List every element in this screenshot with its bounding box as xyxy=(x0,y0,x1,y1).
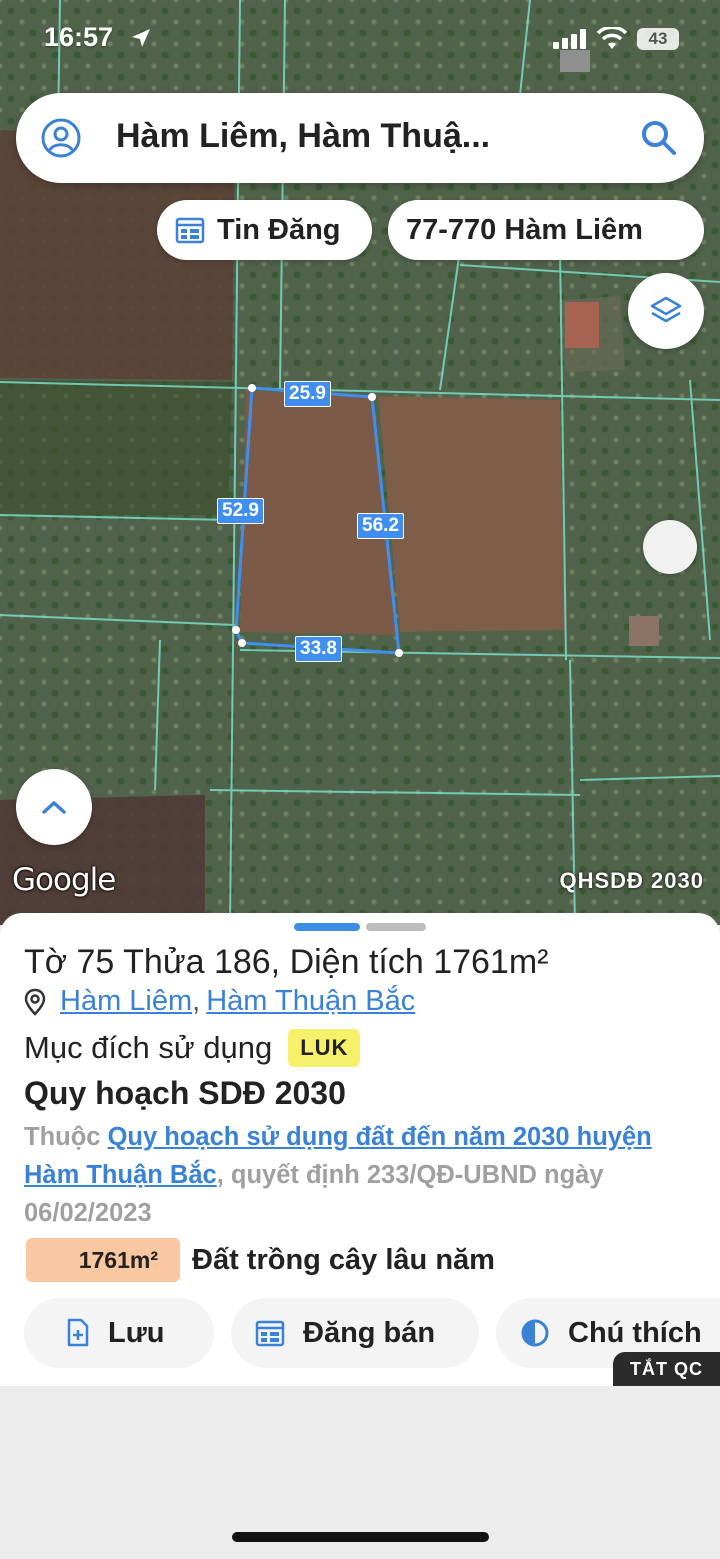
home-indicator[interactable] xyxy=(232,1532,489,1542)
edge-length-bottom: 33.8 xyxy=(295,636,342,662)
commune-link[interactable]: Hàm Liêm xyxy=(60,985,192,1018)
layers-icon xyxy=(650,296,682,323)
parcel-address: Hàm Liêm , Hàm Thuận Bắc xyxy=(24,985,415,1018)
parcel-chip[interactable]: 77-770 Hàm Liêm xyxy=(388,200,704,260)
district-link[interactable]: Hàm Thuận Bắc xyxy=(206,985,415,1018)
parcel-info-sheet[interactable]: Tờ 75 Thửa 186, Diện tích 1761m² Hàm Liê… xyxy=(0,913,720,1386)
edge-length-top: 25.9 xyxy=(284,381,331,407)
search-bar[interactable]: Hàm Liêm, Hàm Thuậ... xyxy=(16,93,704,183)
save-button-label: Lưu xyxy=(108,1316,165,1349)
google-attribution: Google xyxy=(12,862,116,898)
sheet-handle[interactable] xyxy=(366,923,426,931)
news-chip[interactable]: Tin Đăng xyxy=(157,200,372,260)
expand-up-button[interactable] xyxy=(16,769,92,845)
sheet-handle-active[interactable] xyxy=(294,923,360,931)
map-layer-label: QHSDĐ 2030 xyxy=(559,868,704,893)
area-value-badge: 1761m² xyxy=(26,1238,180,1282)
search-query[interactable]: Hàm Liêm, Hàm Thuậ... xyxy=(116,117,606,156)
area-breakdown-row: 1761m² Đất trồng cây lâu năm xyxy=(26,1238,495,1282)
add-file-icon xyxy=(67,1318,89,1347)
location-arrow-icon xyxy=(132,29,150,47)
status-bar: 16:57 43 xyxy=(0,0,720,80)
turn-off-ads-button[interactable]: TẮT QC xyxy=(613,1352,720,1386)
edge-length-left: 52.9 xyxy=(217,498,264,524)
post-sale-button-label: Đăng bán xyxy=(303,1316,436,1349)
post-sale-button[interactable]: Đăng bán xyxy=(231,1298,479,1368)
plan-description: Thuộc Quy hoạch sử dụng đất đến năm 2030… xyxy=(24,1118,694,1232)
plan-prefix: Thuộc xyxy=(24,1123,101,1151)
calendar-icon xyxy=(175,217,205,244)
parcel-title: Tờ 75 Thửa 186, Diện tích 1761m² xyxy=(24,943,549,981)
area-land-type: Đất trồng cây lâu năm xyxy=(192,1243,495,1276)
edge-length-right: 56.2 xyxy=(357,513,404,539)
land-purpose-code-badge: LUK xyxy=(288,1029,361,1067)
legend-button-label: Chú thích xyxy=(568,1316,702,1349)
user-profile-icon[interactable] xyxy=(40,117,82,159)
contrast-icon xyxy=(521,1319,549,1347)
status-time: 16:57 xyxy=(44,22,114,52)
parcel-chip-label: 77-770 Hàm Liêm xyxy=(406,213,643,246)
search-icon[interactable] xyxy=(640,119,678,157)
battery-indicator: 43 xyxy=(637,28,679,50)
address-separator: , xyxy=(192,985,201,1017)
land-purpose-label: Mục đích sử dụng xyxy=(24,1030,273,1065)
assistive-touch-button[interactable] xyxy=(643,520,697,574)
news-chip-label: Tin Đăng xyxy=(217,213,341,246)
land-purpose: Mục đích sử dụng LUK xyxy=(24,1029,361,1067)
plan-title: Quy hoạch SDĐ 2030 xyxy=(24,1075,346,1111)
layers-button[interactable] xyxy=(628,273,704,349)
save-button[interactable]: Lưu xyxy=(24,1298,214,1368)
location-pin-icon xyxy=(24,988,46,1016)
cellular-signal-icon xyxy=(553,29,586,49)
calendar-icon xyxy=(255,1320,285,1347)
chevron-up-icon xyxy=(42,801,66,814)
wifi-icon xyxy=(597,27,627,49)
